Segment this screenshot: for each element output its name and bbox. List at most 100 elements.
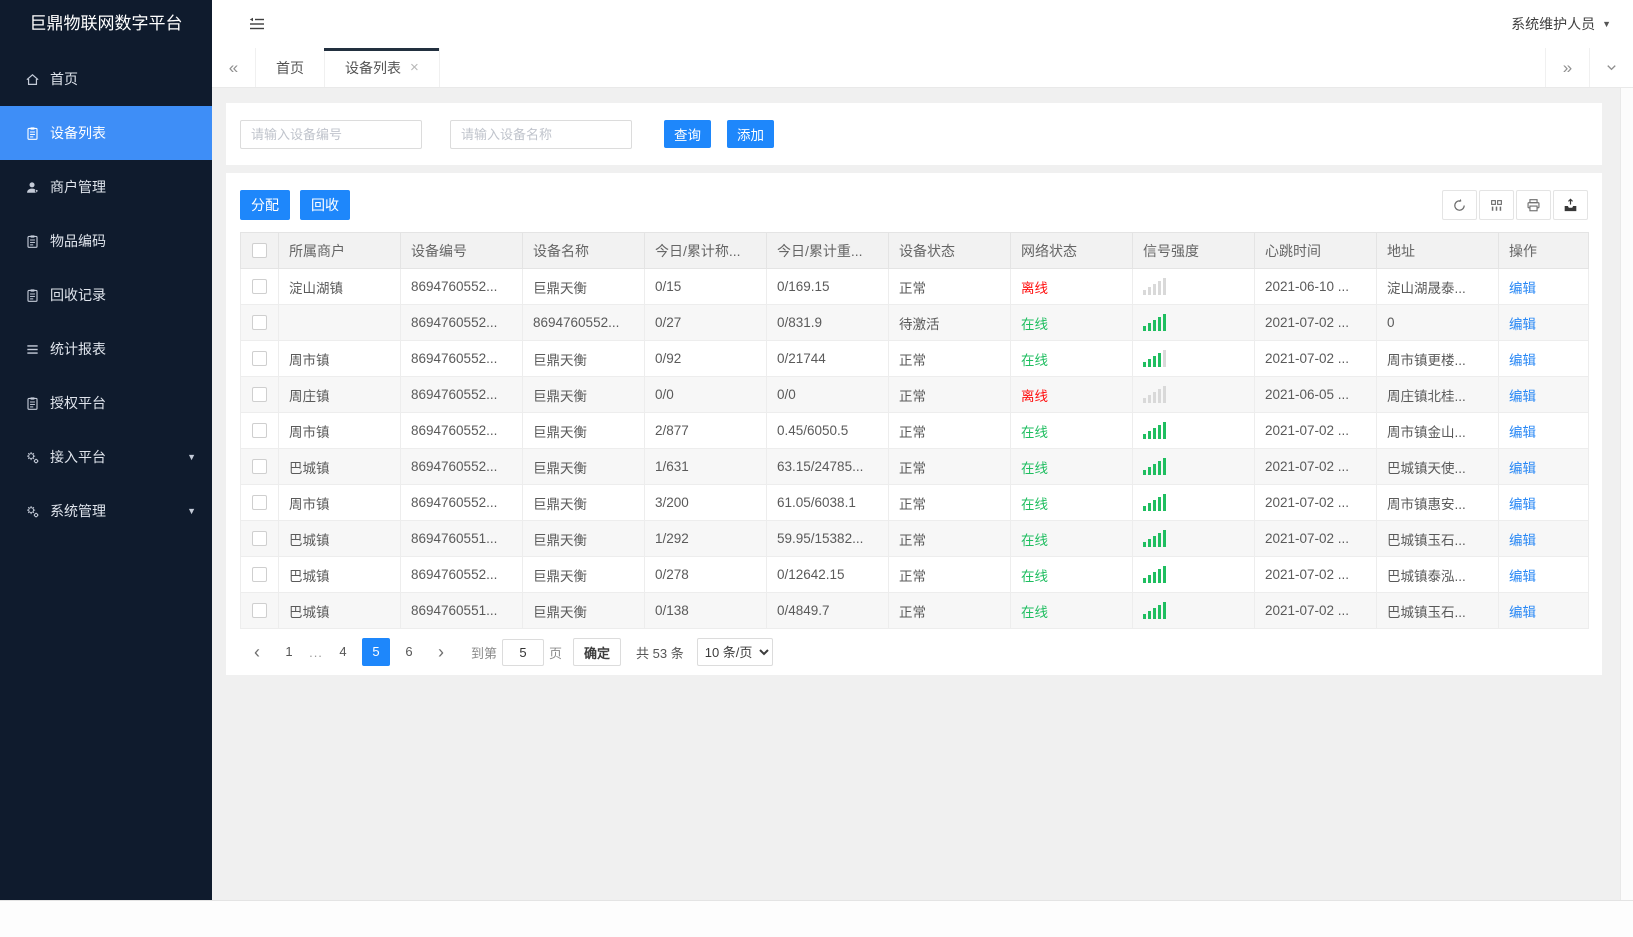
home-icon xyxy=(24,71,40,87)
refresh-button[interactable] xyxy=(1442,190,1477,220)
cell-device-no: 8694760552... xyxy=(400,556,523,593)
recycle-button[interactable]: 回收 xyxy=(300,190,350,220)
cell-device-no: 8694760552... xyxy=(400,484,523,521)
cell-today-count: 2/877 xyxy=(644,412,767,449)
row-checkbox[interactable] xyxy=(252,603,267,618)
edit-link[interactable]: 编辑 xyxy=(1509,317,1536,332)
clipboard-icon xyxy=(24,233,40,249)
edit-link[interactable]: 编辑 xyxy=(1509,569,1536,584)
network-status-badge: 在线 xyxy=(1021,604,1048,620)
network-status-badge: 在线 xyxy=(1021,424,1048,440)
table-row: 周市镇 8694760552... 巨鼎天衡 0/92 0/21744 正常 在线 2021-… xyxy=(240,340,1589,377)
columns-button[interactable] xyxy=(1479,190,1514,220)
sidebar-item-2[interactable]: 商户管理 xyxy=(0,160,212,214)
edit-link[interactable]: 编辑 xyxy=(1509,425,1536,440)
page-button-4[interactable]: 4 xyxy=(329,638,357,666)
user-menu[interactable]: 系统维护人员 ▼ xyxy=(1511,14,1611,34)
tabs-menu-button[interactable] xyxy=(1589,48,1633,87)
select-all-checkbox[interactable] xyxy=(252,243,267,258)
goto-label: 到第 xyxy=(471,645,498,661)
cell-heartbeat: 2021-07-02 ... xyxy=(1254,556,1377,593)
tab-home[interactable]: 首页 xyxy=(256,48,325,87)
row-checkbox[interactable] xyxy=(252,567,267,582)
export-button[interactable] xyxy=(1553,190,1588,220)
column-header: 设备编号 xyxy=(400,232,523,269)
page-button-5[interactable]: 5 xyxy=(362,638,390,666)
cell-address: 周庄镇北桂... xyxy=(1376,376,1499,413)
edit-link[interactable]: 编辑 xyxy=(1509,389,1536,404)
sidebar-item-4[interactable]: 回收记录 xyxy=(0,268,212,322)
table-row: 周庄镇 8694760552... 巨鼎天衡 0/0 0/0 正常 离线 2021-06-05… xyxy=(240,376,1589,413)
row-checkbox[interactable] xyxy=(252,387,267,402)
cell-merchant: 周市镇 xyxy=(278,412,401,449)
cell-merchant: 巴城镇 xyxy=(278,556,401,593)
query-button[interactable]: 查询 xyxy=(664,120,711,148)
cell-device-name: 巨鼎天衡 xyxy=(522,268,645,305)
edit-link[interactable]: 编辑 xyxy=(1509,353,1536,368)
column-header: 地址 xyxy=(1376,232,1499,269)
sidebar-item-6[interactable]: 授权平台 xyxy=(0,376,212,430)
menu-collapse-icon[interactable] xyxy=(248,16,266,32)
cell-merchant: 淀山湖镇 xyxy=(278,268,401,305)
cell-address: 周市镇更楼... xyxy=(1376,340,1499,377)
sidebar-item-5[interactable]: 统计报表 xyxy=(0,322,212,376)
horizontal-scrollbar[interactable] xyxy=(0,900,1633,937)
print-icon xyxy=(1527,198,1540,211)
tabs-scroll-right-button[interactable]: » xyxy=(1545,48,1589,87)
refresh-icon xyxy=(1454,198,1465,211)
cell-today-weight: 0.45/6050.5 xyxy=(766,412,889,449)
edit-link[interactable]: 编辑 xyxy=(1509,533,1536,548)
edit-link[interactable]: 编辑 xyxy=(1509,497,1536,512)
tab-device-list[interactable]: 设备列表 × xyxy=(324,48,440,87)
sidebar-item-3[interactable]: 物品编码 xyxy=(0,214,212,268)
edit-link[interactable]: 编辑 xyxy=(1509,605,1536,620)
edit-link[interactable]: 编辑 xyxy=(1509,281,1536,296)
tabs-scroll-left-button[interactable]: « xyxy=(212,48,256,87)
row-checkbox[interactable] xyxy=(252,459,267,474)
cell-merchant: 周庄镇 xyxy=(278,376,401,413)
prev-page-button[interactable]: ‹ xyxy=(244,643,270,661)
vertical-scrollbar[interactable] xyxy=(1620,88,1633,900)
sidebar-item-1[interactable]: 设备列表 xyxy=(0,106,212,160)
device-name-input[interactable] xyxy=(450,119,632,149)
signal-strength-indicator xyxy=(1143,314,1244,331)
print-button[interactable] xyxy=(1516,190,1551,220)
sidebar-item-7[interactable]: 接入平台 ▼ xyxy=(0,430,212,484)
sidebar-item-label: 授权平台 xyxy=(50,395,106,411)
column-header: 操作 xyxy=(1498,232,1589,269)
cell-today-weight: 0/0 xyxy=(766,376,889,413)
pagination: ‹ 1... 456 › 到第 页 确定 共 53 条 10 条/页 xyxy=(240,629,1588,675)
row-checkbox[interactable] xyxy=(252,423,267,438)
cell-device-status: 正常 xyxy=(888,520,1011,557)
table-icon-buttons xyxy=(1442,190,1588,220)
row-checkbox[interactable] xyxy=(252,315,267,330)
sidebar-item-label: 首页 xyxy=(50,71,78,87)
network-status-badge: 在线 xyxy=(1021,460,1048,476)
sidebar-item-8[interactable]: 系统管理 ▼ xyxy=(0,484,212,538)
page-size-select[interactable]: 10 条/页 xyxy=(696,638,773,666)
sidebar-item-0[interactable]: 首页 xyxy=(0,52,212,106)
page-button-6[interactable]: 6 xyxy=(395,638,423,666)
row-checkbox[interactable] xyxy=(252,351,267,366)
row-checkbox[interactable] xyxy=(252,495,267,510)
row-checkbox[interactable] xyxy=(252,279,267,294)
page-button-1[interactable]: 1 xyxy=(275,638,303,666)
total-count-label: 共 53 条 xyxy=(636,645,684,661)
row-checkbox[interactable] xyxy=(252,531,267,546)
next-page-button[interactable]: › xyxy=(428,643,454,661)
edit-link[interactable]: 编辑 xyxy=(1509,461,1536,476)
table-row: 淀山湖镇 8694760552... 巨鼎天衡 0/15 0/169.15 正常 离线 202… xyxy=(240,268,1589,305)
cell-heartbeat: 2021-07-02 ... xyxy=(1254,592,1377,629)
cell-device-no: 8694760552... xyxy=(400,376,523,413)
add-button[interactable]: 添加 xyxy=(727,120,774,148)
signal-strength-indicator xyxy=(1143,458,1244,475)
signal-strength-indicator xyxy=(1143,278,1244,295)
goto-page-input[interactable] xyxy=(502,638,545,666)
page-ellipsis: ... xyxy=(309,644,323,660)
assign-button[interactable]: 分配 xyxy=(240,190,290,220)
device-no-input[interactable] xyxy=(240,119,422,149)
confirm-button[interactable]: 确定 xyxy=(573,638,622,666)
close-icon[interactable]: × xyxy=(410,60,419,75)
cell-heartbeat: 2021-07-02 ... xyxy=(1254,448,1377,485)
column-header: 设备名称 xyxy=(522,232,645,269)
